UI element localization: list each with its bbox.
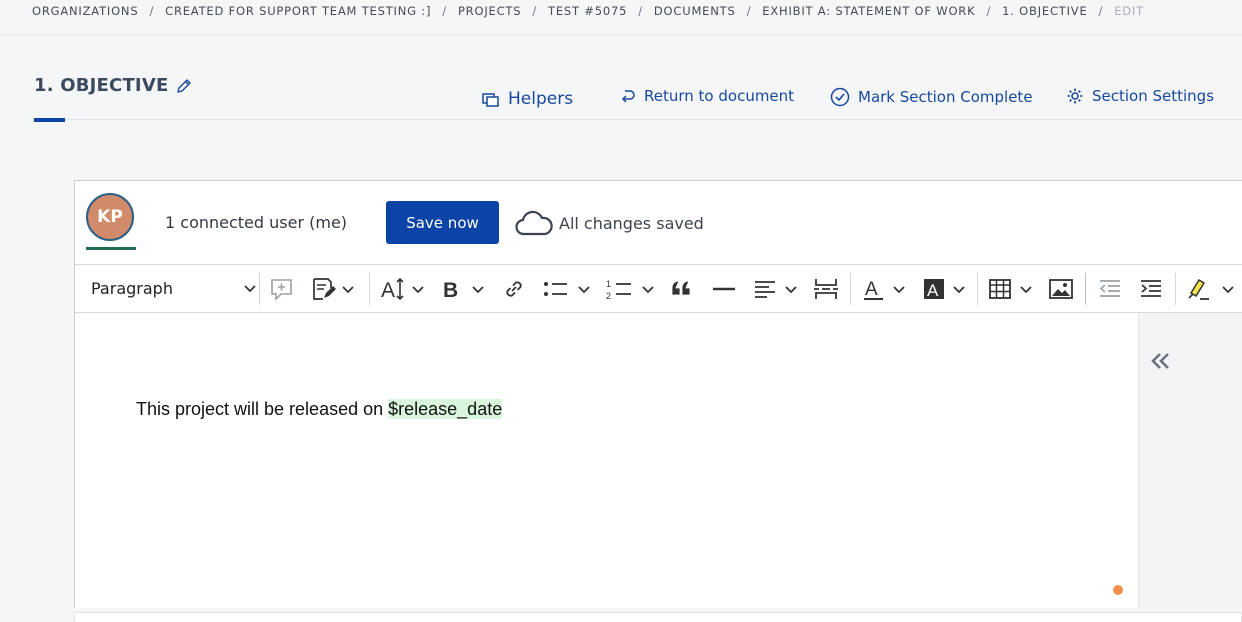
breadcrumb-organization[interactable]: CREATED FOR SUPPORT TEAM TESTING :] [165, 4, 431, 18]
toolbar-divider [259, 273, 260, 305]
bulleted-list-icon[interactable] [541, 265, 593, 312]
breadcrumb-separator: / [1098, 4, 1104, 18]
breadcrumb-project[interactable]: TEST #5075 [548, 4, 627, 18]
status-dot [1113, 585, 1123, 595]
breadcrumb-documents[interactable]: DOCUMENTS [654, 4, 736, 18]
return-icon [621, 90, 635, 103]
variable-token[interactable]: $release_date [388, 399, 503, 419]
numbered-list-icon[interactable]: 12 [605, 265, 659, 312]
breadcrumb: ORGANIZATIONS / CREATED FOR SUPPORT TEAM… [32, 0, 1232, 22]
table-icon[interactable] [988, 265, 1036, 312]
side-panel [1138, 313, 1242, 608]
toolbar-divider [1175, 273, 1176, 305]
horizontal-line-icon[interactable] [711, 265, 737, 312]
active-tab-indicator [34, 118, 65, 122]
svg-text:A: A [865, 279, 878, 300]
svg-text:A: A [927, 281, 939, 300]
collaboration-bar: KP 1 connected user (me) Save now All ch… [75, 181, 1242, 264]
background-color-icon[interactable]: A [923, 265, 971, 312]
gear-icon [1067, 88, 1083, 104]
highlight-icon[interactable] [1185, 265, 1242, 312]
check-circle-icon [830, 87, 850, 107]
svg-text:A: A [381, 279, 395, 302]
avatar-presence-indicator [86, 247, 136, 250]
editor-toolbar: Paragraph A B 12 A A [75, 264, 1242, 313]
save-status: All changes saved [515, 209, 704, 237]
section-settings-label: Section Settings [1092, 87, 1215, 105]
toolbar-divider [977, 273, 978, 305]
header-divider [65, 119, 1242, 120]
link-icon[interactable] [501, 265, 527, 312]
return-label: Return to document [644, 87, 795, 105]
avatar[interactable]: KP [86, 193, 134, 241]
track-changes-icon[interactable] [311, 265, 355, 312]
save-now-button[interactable]: Save now [386, 201, 499, 244]
toolbar-divider [369, 273, 370, 305]
blockquote-icon[interactable] [669, 265, 695, 312]
return-to-document-button[interactable]: Return to document [620, 87, 794, 105]
svg-text:2: 2 [606, 291, 611, 301]
chevron-down-icon [244, 284, 256, 292]
breadcrumb-current: EDIT [1114, 4, 1144, 18]
block-format-value: Paragraph [91, 279, 173, 298]
save-status-text: All changes saved [559, 213, 704, 233]
breadcrumb-separator: / [638, 4, 643, 18]
helpers-icon [482, 93, 499, 107]
editor: KP 1 connected user (me) Save now All ch… [74, 180, 1242, 608]
section-actions: Helpers Return to document Mark Section … [0, 86, 1242, 110]
toolbar-divider [1085, 273, 1086, 305]
svg-text:1: 1 [606, 279, 611, 289]
mark-section-complete-button[interactable]: Mark Section Complete [830, 87, 1033, 107]
breadcrumb-document[interactable]: EXHIBIT A: STATEMENT OF WORK [762, 4, 975, 18]
align-icon[interactable] [753, 265, 801, 312]
helpers-button[interactable]: Helpers [482, 89, 573, 109]
double-chevron-left-icon[interactable] [1149, 349, 1173, 377]
breadcrumb-separator: / [149, 4, 155, 18]
helpers-label: Helpers [508, 89, 574, 109]
toolbar-divider [850, 273, 851, 305]
document-paragraph[interactable]: This project will be released on $releas… [136, 399, 503, 420]
outdent-icon[interactable] [1097, 265, 1123, 312]
connected-users-text: 1 connected user (me) [165, 213, 348, 232]
editor-content[interactable]: This project will be released on $releas… [75, 313, 1138, 608]
breadcrumb-separator: / [986, 4, 992, 18]
breadcrumb-organizations[interactable]: ORGANIZATIONS [32, 4, 138, 18]
block-format-dropdown[interactable]: Paragraph [91, 265, 257, 312]
breadcrumb-projects[interactable]: PROJECTS [458, 4, 521, 18]
font-size-icon[interactable]: A [380, 265, 428, 312]
comment-icon[interactable] [269, 265, 295, 312]
font-color-icon[interactable]: A [863, 265, 911, 312]
next-section-edge [74, 612, 1242, 622]
page-break-icon[interactable] [813, 265, 839, 312]
breadcrumb-separator: / [532, 4, 538, 18]
top-divider [0, 34, 1242, 35]
bold-icon[interactable]: B [441, 265, 487, 312]
image-icon[interactable] [1048, 265, 1074, 312]
breadcrumb-separator: / [746, 4, 752, 18]
breadcrumb-section[interactable]: 1. OBJECTIVE [1002, 4, 1087, 18]
svg-text:B: B [443, 279, 458, 302]
paragraph-text: This project will be released on [136, 399, 389, 419]
cloud-icon [515, 210, 553, 236]
indent-icon[interactable] [1138, 265, 1164, 312]
breadcrumb-separator: / [442, 4, 447, 18]
mark-complete-label: Mark Section Complete [858, 88, 1033, 106]
section-settings-button[interactable]: Section Settings [1066, 87, 1214, 105]
